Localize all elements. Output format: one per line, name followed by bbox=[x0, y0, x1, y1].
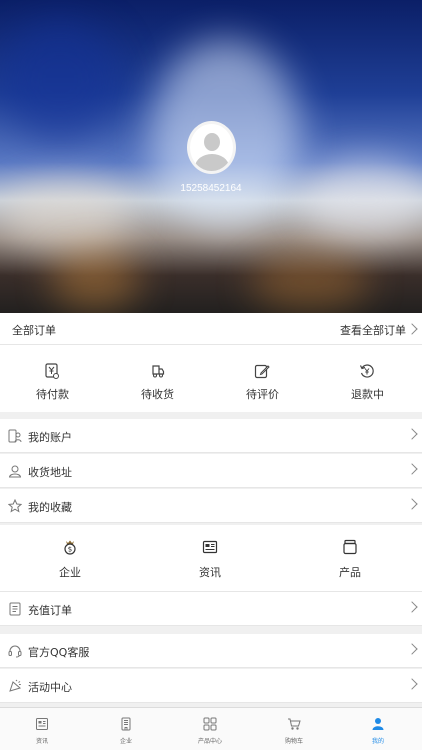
news-tab-icon bbox=[35, 717, 49, 731]
order-pending-review[interactable]: 待评价 bbox=[210, 345, 315, 412]
view-all-orders-link[interactable]: 查看全部订单 bbox=[340, 322, 406, 338]
chevron-right-icon bbox=[406, 601, 418, 613]
orders-title: 全部订单 bbox=[12, 324, 56, 337]
product-icon bbox=[342, 539, 358, 555]
chevron-right-icon bbox=[406, 678, 418, 690]
star-icon bbox=[8, 499, 22, 513]
enterprise-tab-icon bbox=[119, 717, 133, 731]
activity-icon bbox=[8, 679, 22, 693]
avatar[interactable] bbox=[187, 121, 236, 174]
tab-news[interactable]: 资讯 bbox=[0, 708, 84, 750]
category-shortcuts: $ 企业 资讯 产品 bbox=[0, 525, 422, 592]
chevron-right-icon bbox=[406, 498, 418, 510]
chevron-right-icon bbox=[406, 323, 418, 335]
tab-bar: 资讯 企业 产品中心 购物车 我的 bbox=[0, 707, 422, 750]
menu-shipping-address[interactable]: 收货地址 bbox=[0, 454, 422, 488]
menu-favorites[interactable]: 我的收藏 bbox=[0, 489, 422, 523]
phone-number: 15258452164 bbox=[180, 183, 242, 194]
enterprise-icon: $ bbox=[62, 539, 78, 555]
payment-icon bbox=[44, 363, 60, 379]
menu-qq-service[interactable]: 官方QQ客服 bbox=[0, 634, 422, 668]
truck-icon bbox=[149, 363, 165, 379]
tab-product-center[interactable]: 产品中心 bbox=[168, 708, 252, 750]
order-pending-receipt[interactable]: 待收货 bbox=[105, 345, 210, 412]
chevron-right-icon bbox=[406, 643, 418, 655]
tab-cart[interactable]: 购物车 bbox=[252, 708, 336, 750]
headset-icon bbox=[8, 644, 22, 658]
news-icon bbox=[202, 539, 218, 555]
menu-activity-center[interactable]: 活动中心 bbox=[0, 669, 422, 703]
category-enterprise[interactable]: $ 企业 bbox=[0, 525, 140, 592]
svg-text:$: $ bbox=[68, 546, 72, 554]
grid-icon bbox=[203, 717, 217, 731]
category-product[interactable]: 产品 bbox=[280, 525, 420, 592]
header-background bbox=[0, 20, 120, 140]
edit-icon bbox=[254, 363, 270, 379]
chevron-right-icon bbox=[406, 428, 418, 440]
user-icon bbox=[371, 717, 385, 731]
tab-enterprise[interactable]: 企业 bbox=[84, 708, 168, 750]
refund-icon bbox=[359, 363, 375, 379]
order-pending-payment[interactable]: 待付款 bbox=[0, 345, 105, 412]
orders-header[interactable]: 全部订单 查看全部订单 bbox=[0, 313, 422, 345]
document-icon bbox=[8, 602, 22, 616]
tab-me[interactable]: 我的 bbox=[336, 708, 420, 750]
order-refunding[interactable]: 退款中 bbox=[315, 345, 420, 412]
menu-my-account[interactable]: 我的账户 bbox=[0, 419, 422, 453]
address-icon bbox=[8, 464, 22, 478]
order-status-bar: 待付款 待收货 待评价 退款中 bbox=[0, 345, 422, 412]
account-icon bbox=[8, 429, 22, 443]
chevron-right-icon bbox=[406, 463, 418, 475]
profile-header: 15258452164 bbox=[0, 0, 422, 313]
category-news[interactable]: 资讯 bbox=[140, 525, 280, 592]
menu-recharge-orders[interactable]: 充值订单 bbox=[0, 592, 422, 626]
cart-icon bbox=[287, 717, 301, 731]
